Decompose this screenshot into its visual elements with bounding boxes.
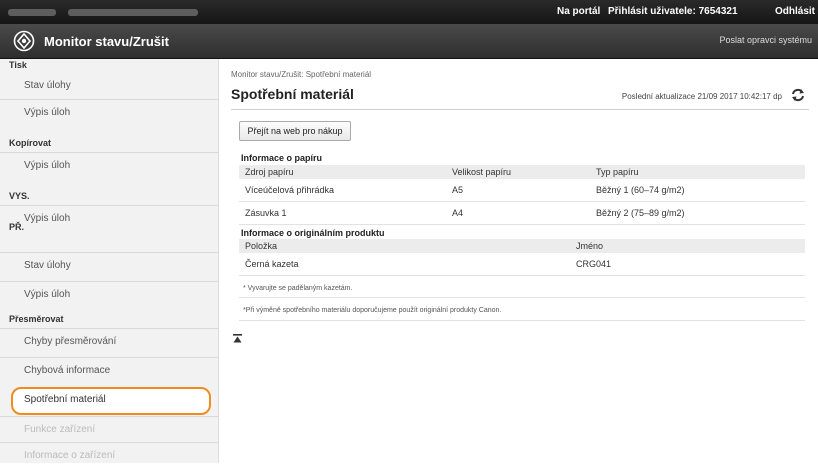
title-bar: Monitor stavu/Zrušit Poslat opravci syst… <box>0 24 818 59</box>
table-cell: Běžný 2 (75–89 g/m2) <box>590 201 805 225</box>
sidebar-item-label: Informace o zařízení <box>24 450 116 461</box>
sidebar-item-error-info[interactable]: Chybová informace <box>0 357 218 384</box>
sidebar-item-copy-job-log[interactable]: Výpis úloh <box>0 152 218 179</box>
sidebar-section-forward: Přesměrovat <box>9 314 64 324</box>
sidebar-item-label: Výpis úloh <box>24 107 71 118</box>
original-product-title: Informace o originálním produktu <box>241 228 385 238</box>
sidebar-item-forward-errors[interactable]: Chyby přesměrování <box>0 328 218 355</box>
device-name-blurred <box>8 9 56 16</box>
sidebar-section-copy: Kopírovat <box>9 138 52 148</box>
sidebar-section-receive: PŘ. <box>9 222 25 232</box>
table-row: Zásuvka 1 A4 Běžný 2 (75–89 g/m2) <box>239 201 805 225</box>
send-to-admin-link[interactable]: Poslat opravci systému <box>719 35 812 45</box>
original-product-table: Položka Jméno Černá kazeta CRG041 <box>239 239 805 276</box>
table-cell: A5 <box>446 179 590 202</box>
top-bar: Na portál Přihlásit uživatele: 7654321 O… <box>0 0 818 24</box>
sidebar-item-label: Spotřební materiál <box>24 394 106 405</box>
monitor-logo-icon <box>13 30 35 52</box>
sidebar-item-label: Výpis úloh <box>24 160 71 171</box>
column-header: Typ papíru <box>590 165 805 179</box>
sidebar-section-send: VYS. <box>9 191 30 201</box>
logout-link[interactable]: Odhlásit <box>775 6 815 17</box>
column-header: Zdroj papíru <box>239 165 446 179</box>
sidebar-item-device-features[interactable]: Funkce zařízení <box>0 416 218 443</box>
title-divider <box>231 109 809 110</box>
sidebar-section-print: Tisk <box>9 60 27 70</box>
sidebar-item-device-info[interactable]: Informace o zařízení <box>0 442 218 469</box>
sidebar-item-label: Stav úlohy <box>24 80 71 91</box>
page-title: Spotřební materiál <box>231 86 354 102</box>
refresh-icon[interactable] <box>790 87 806 103</box>
portal-link[interactable]: Na portál <box>557 6 600 17</box>
note-divider <box>239 320 805 321</box>
sidebar-item-print-job-log[interactable]: Výpis úloh <box>0 99 218 126</box>
app-title: Monitor stavu/Zrušit <box>44 34 169 49</box>
column-header: Jméno <box>570 239 805 253</box>
sidebar-item-label: Funkce zařízení <box>24 424 96 435</box>
table-cell: Víceúčelová přihrádka <box>239 179 446 202</box>
last-update-label: Poslední aktualizace 21/09 2017 10:42:17… <box>621 92 782 101</box>
counterfeit-note: * Vyvarujte se padělaným kazetám. <box>243 285 353 292</box>
table-cell: Černá kazeta <box>239 253 570 276</box>
sidebar-item-consumables[interactable]: Spotřební materiál <box>11 387 211 415</box>
back-to-top-icon[interactable] <box>233 334 242 343</box>
table-header-row: Položka Jméno <box>239 239 805 253</box>
sidebar-item-label: Výpis úloh <box>24 289 71 300</box>
table-row: Víceúčelová přihrádka A5 Běžný 1 (60–74 … <box>239 179 805 202</box>
sidebar-item-print-job-status[interactable]: Stav úlohy <box>0 73 218 99</box>
table-row: Černá kazeta CRG041 <box>239 253 805 276</box>
main-content: Monitor stavu/Zrušit: Spotřební materiál… <box>219 59 818 463</box>
sidebar-item-label: Stav úlohy <box>24 260 71 271</box>
table-cell: A4 <box>446 201 590 225</box>
table-cell: Zásuvka 1 <box>239 201 446 225</box>
buy-online-button[interactable]: Přejít na web pro nákup <box>239 121 351 141</box>
sidebar-item-receive-job-status[interactable]: Stav úlohy <box>0 252 218 279</box>
column-header: Velikost papíru <box>446 165 590 179</box>
login-user-label: Přihlásit uživatele: 7654321 <box>608 6 738 17</box>
column-header: Položka <box>239 239 570 253</box>
sidebar-item-send-job-log[interactable]: Výpis úloh <box>0 205 218 232</box>
table-header-row: Zdroj papíru Velikost papíru Typ papíru <box>239 165 805 179</box>
sidebar: Tisk Stav úlohy Výpis úloh Kopírovat Výp… <box>0 59 219 463</box>
note-divider <box>239 297 805 298</box>
sidebar-item-label: Chybová informace <box>24 365 111 376</box>
device-address-blurred <box>68 9 198 16</box>
sidebar-item-receive-job-log[interactable]: Výpis úloh <box>0 281 218 308</box>
paper-info-title: Informace o papíru <box>241 153 323 163</box>
sidebar-item-label: Výpis úloh <box>24 213 71 224</box>
table-cell: CRG041 <box>570 253 805 276</box>
table-cell: Běžný 1 (60–74 g/m2) <box>590 179 805 202</box>
sidebar-item-label: Chyby přesměrování <box>24 336 117 347</box>
paper-info-table: Zdroj papíru Velikost papíru Typ papíru … <box>239 165 805 225</box>
breadcrumb: Monitor stavu/Zrušit: Spotřební materiál <box>231 70 372 79</box>
genuine-note: *Při výměně spotřebního materiálu doporu… <box>243 307 502 314</box>
